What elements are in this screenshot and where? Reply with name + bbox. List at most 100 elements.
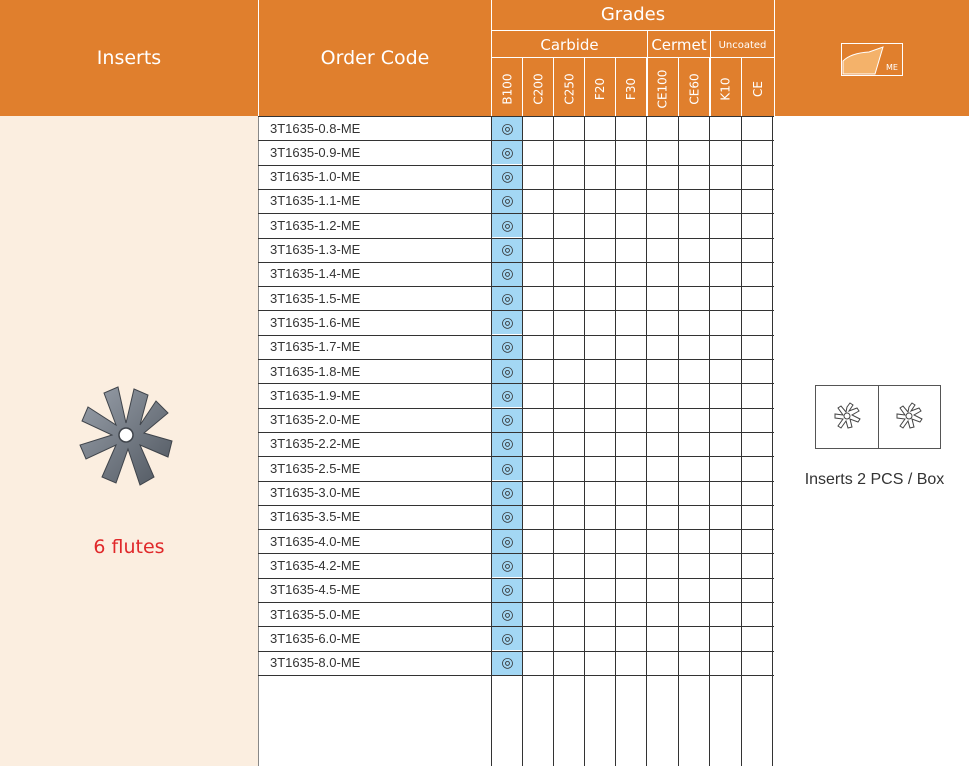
row-divider	[258, 578, 774, 579]
grade-cell-c200	[523, 626, 554, 650]
grade-cell-c250	[554, 165, 585, 189]
grade-cell-k10	[710, 286, 741, 310]
table-row: 3T1635-0.9-ME ◎	[258, 140, 774, 165]
grade-cell-f20	[585, 456, 616, 480]
grade-cell-ce60	[679, 286, 710, 310]
order-code-cell: 3T1635-3.0-ME	[270, 485, 361, 500]
grade-cell-ce60	[679, 140, 710, 164]
row-divider	[258, 602, 774, 603]
grade-cell-b100: ◎	[492, 431, 523, 456]
grade-cell-f20	[585, 626, 616, 650]
order-code-cell: 3T1635-5.0-ME	[270, 606, 361, 622]
grade-cell-f20	[585, 140, 616, 164]
column-divider	[678, 116, 679, 766]
table-row: 3T1635-1.6-ME ◎	[258, 310, 774, 335]
table-row: 3T1635-2.2-ME ◎	[258, 431, 774, 456]
grade-cell-f20	[585, 383, 616, 407]
grade-cell-f30	[616, 213, 647, 237]
table-row: 3T1635-1.1-ME ◎	[258, 188, 774, 213]
grade-cell-f20	[585, 432, 616, 456]
grade-cell-b100: ◎	[492, 310, 523, 335]
table-row: 3T1635-1.2-ME ◎	[258, 213, 774, 238]
grade-cell-f30	[616, 481, 647, 505]
table-row: 3T1635-6.0-ME ◎	[258, 626, 774, 651]
grade-cell-ce	[742, 213, 773, 237]
grade-cell-f30	[616, 626, 647, 650]
table-row: 3T1635-4.0-ME ◎	[258, 529, 774, 554]
grade-header-f20: F20	[585, 58, 616, 114]
grade-cell-b100: ◎	[492, 602, 523, 626]
grade-cell-ce60	[679, 651, 710, 675]
grade-cell-b100: ◎	[492, 456, 523, 481]
grade-cell-c250	[554, 505, 585, 529]
order-code-cell: 3T1635-2.2-ME	[270, 436, 361, 452]
grade-cell-k10	[710, 651, 741, 675]
grade-cell-c250	[554, 286, 585, 310]
table-row: 3T1635-1.0-ME ◎	[258, 164, 774, 189]
grade-cell-k10	[710, 359, 741, 383]
column-divider	[709, 116, 710, 766]
table-row: 3T1635-1.9-ME ◎	[258, 383, 774, 408]
grade-header-ce60: CE60	[679, 58, 710, 114]
table-row: 3T1635-0.8-ME ◎	[258, 116, 774, 140]
grade-cell-ce60	[679, 578, 710, 602]
grade-cell-f30	[616, 602, 647, 626]
grade-cell-ce100	[647, 335, 678, 359]
order-code-cell: 3T1635-3.5-ME	[270, 509, 361, 525]
order-code-cell: 3T1635-1.3-ME	[270, 242, 361, 257]
inserts-header: Inserts	[0, 0, 258, 116]
grade-cell-c200	[523, 165, 554, 189]
row-divider	[258, 408, 774, 409]
grade-cell-c200	[523, 578, 554, 602]
row-divider	[258, 310, 774, 311]
grade-cell-c250	[554, 626, 585, 650]
grade-cell-k10	[710, 408, 741, 432]
grade-cell-f20	[585, 505, 616, 529]
row-divider	[258, 481, 774, 482]
grade-cell-c250	[554, 481, 585, 505]
order-code-cell: 3T1635-2.0-ME	[270, 412, 361, 428]
grade-label: F30	[624, 77, 639, 101]
grade-cell-k10	[710, 116, 741, 140]
grade-cell-c250	[554, 553, 585, 577]
grade-cell-ce	[742, 481, 773, 505]
grade-cell-f20	[585, 286, 616, 310]
grade-cell-c200	[523, 286, 554, 310]
table-row: 3T1635-1.3-ME ◎	[258, 237, 774, 262]
grade-label: CE	[750, 81, 765, 97]
inserts-header-label: Inserts	[96, 47, 162, 69]
table-row: 3T1635-4.5-ME ◎	[258, 577, 774, 602]
grade-cell-b100: ◎	[492, 383, 523, 408]
grade-cell-c250	[554, 651, 585, 675]
grade-header-f30: F30	[616, 58, 647, 114]
grade-cell-ce	[742, 262, 773, 286]
row-divider	[258, 456, 774, 457]
grade-cell-ce100	[647, 189, 678, 213]
table-row: 3T1635-3.0-ME ◎	[258, 480, 774, 505]
grade-cell-k10	[710, 238, 741, 262]
column-divider	[772, 116, 773, 766]
cermet-label: Cermet	[651, 36, 707, 54]
grade-cell-f30	[616, 383, 647, 407]
table-row: 3T1635-2.0-ME ◎	[258, 407, 774, 432]
insert-diagram	[877, 386, 941, 448]
grade-cell-ce100	[647, 213, 678, 237]
grade-cell-ce	[742, 359, 773, 383]
grade-cell-f20	[585, 116, 616, 140]
grade-cell-b100: ◎	[492, 261, 523, 286]
grade-label: K10	[718, 77, 733, 101]
grade-cell-ce60	[679, 553, 710, 577]
grade-cell-ce100	[647, 602, 678, 626]
grade-label: CE100	[655, 69, 670, 109]
grade-cell-ce100	[647, 456, 678, 480]
grade-cell-ce60	[679, 116, 710, 140]
grade-cell-f20	[585, 553, 616, 577]
table-row: 3T1635-5.0-ME ◎	[258, 602, 774, 626]
table-row: 3T1635-2.5-ME ◎	[258, 456, 774, 481]
grade-cell-ce	[742, 286, 773, 310]
grade-cell-ce	[742, 602, 773, 626]
table-row: 3T1635-1.5-ME ◎	[258, 286, 774, 311]
insert-diagram	[816, 386, 878, 448]
grade-cell-f20	[585, 578, 616, 602]
order-table: Inserts Order Code Grades Carbide Cermet…	[0, 0, 969, 766]
